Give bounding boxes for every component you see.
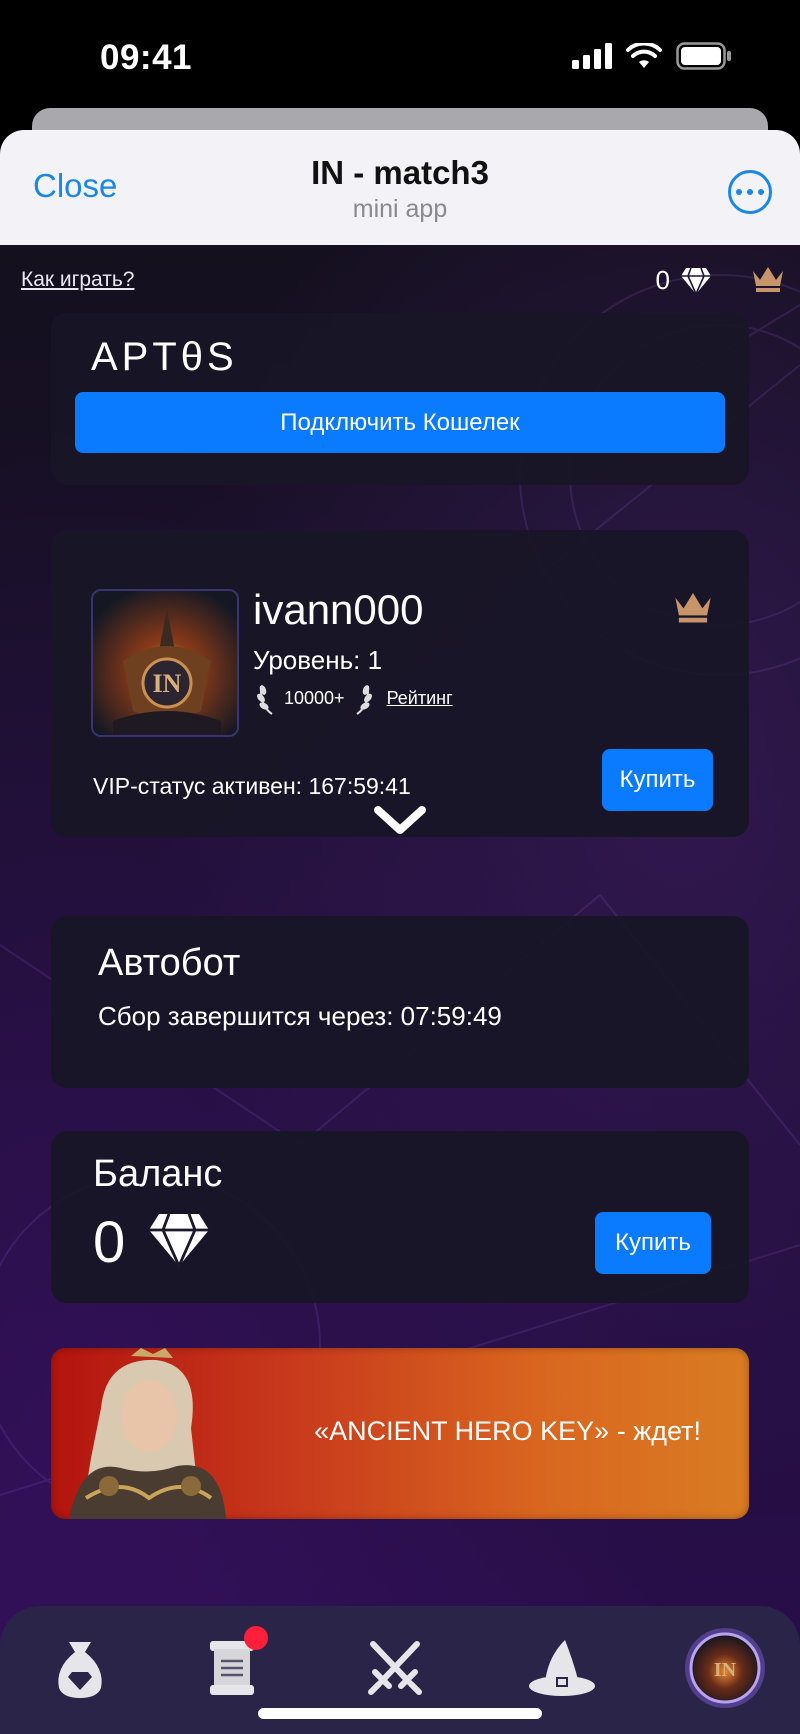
dot-icon — [747, 189, 753, 195]
svg-text:IN: IN — [714, 1659, 737, 1681]
profile-vip-crown — [673, 588, 713, 629]
balance-value: 0 — [93, 1210, 126, 1275]
home-indicator — [258, 1708, 542, 1719]
hero-portrait-icon — [69, 1348, 226, 1519]
balance-gem — [147, 1211, 211, 1274]
chevron-down-icon — [374, 806, 426, 834]
dot-icon — [736, 189, 742, 195]
diamond-icon — [681, 267, 711, 295]
how-to-play-link[interactable]: Как играть? — [21, 268, 134, 292]
autobot-title: Автобот — [98, 942, 241, 984]
wifi-icon — [626, 43, 662, 68]
status-time: 09:41 — [100, 38, 193, 77]
nav-battle[interactable] — [355, 1628, 435, 1708]
wizard-hat-icon — [529, 1640, 595, 1696]
connect-wallet-button[interactable]: Подключить Кошелек — [75, 392, 725, 453]
profile-card: IN ivann000 Уровень: 1 10000+ Рейтинг VI… — [51, 530, 749, 837]
nav-profile[interactable]: IN — [683, 1626, 767, 1710]
app-subtitle: mini app — [352, 195, 448, 223]
crossed-swords-icon — [368, 1641, 422, 1695]
username: ivann000 — [253, 586, 424, 633]
balance-title: Баланс — [93, 1153, 223, 1195]
laurel-right-icon — [355, 685, 372, 715]
crown-icon — [753, 267, 783, 292]
wallet-card: APTθS Подключить Кошелек — [51, 313, 749, 485]
notification-badge — [244, 1626, 268, 1650]
rating-link[interactable]: Рейтинг — [387, 688, 453, 709]
more-options-button[interactable] — [728, 170, 772, 214]
laurel-left-icon — [257, 685, 273, 715]
autobot-card: Автобот Сбор завершится через: 07:59:49 — [51, 916, 749, 1088]
rank-row: 10000+ Рейтинг — [256, 680, 453, 716]
nav-shop[interactable] — [40, 1628, 120, 1708]
app-title: IN - match3 — [311, 154, 489, 191]
mini-app-header: Close IN - match3 mini app — [0, 130, 800, 245]
player-level: Уровень: 1 — [253, 645, 383, 675]
ancient-hero-key-banner[interactable]: «ANCIENT HERO KEY» - ждет! — [51, 1348, 749, 1519]
battery-icon — [676, 42, 731, 70]
promo-text: «ANCIENT HERO KEY» - ждет! — [314, 1416, 701, 1446]
buy-vip-button[interactable]: Купить — [602, 749, 713, 811]
avatar[interactable]: IN — [91, 589, 239, 737]
signal-icon — [572, 43, 612, 69]
autobot-status: Сбор завершится через: 07:59:49 — [98, 1001, 502, 1031]
aptos-logo: APTθS — [91, 335, 238, 379]
status-icons — [572, 42, 732, 70]
main-content[interactable]: Как играть? 0 APTθS Подключить Кошелек I… — [0, 245, 800, 1734]
nav-tasks[interactable] — [192, 1626, 272, 1708]
balance-card: Баланс 0 Купить — [51, 1131, 749, 1303]
dot-icon — [758, 189, 764, 195]
diamond-icon — [149, 1213, 209, 1270]
svg-text:IN: IN — [153, 669, 182, 698]
buy-gems-button[interactable]: Купить — [595, 1212, 711, 1274]
status-bar: 09:41 — [0, 0, 800, 120]
crown-icon — [675, 593, 711, 623]
avatar-emblem-icon: IN — [93, 591, 237, 735]
vip-crown-button[interactable] — [751, 263, 785, 298]
vip-status-text: VIP-статус активен: 167:59:41 — [93, 773, 411, 799]
profile-avatar-icon: IN — [685, 1628, 765, 1708]
rank-value: 10000+ — [284, 687, 345, 708]
gem-bag-icon — [58, 1642, 102, 1698]
top-gem-balance: 0 — [656, 265, 712, 296]
expand-button[interactable] — [372, 802, 428, 843]
nav-wizard[interactable] — [522, 1628, 602, 1708]
top-gem-count: 0 — [655, 265, 670, 295]
